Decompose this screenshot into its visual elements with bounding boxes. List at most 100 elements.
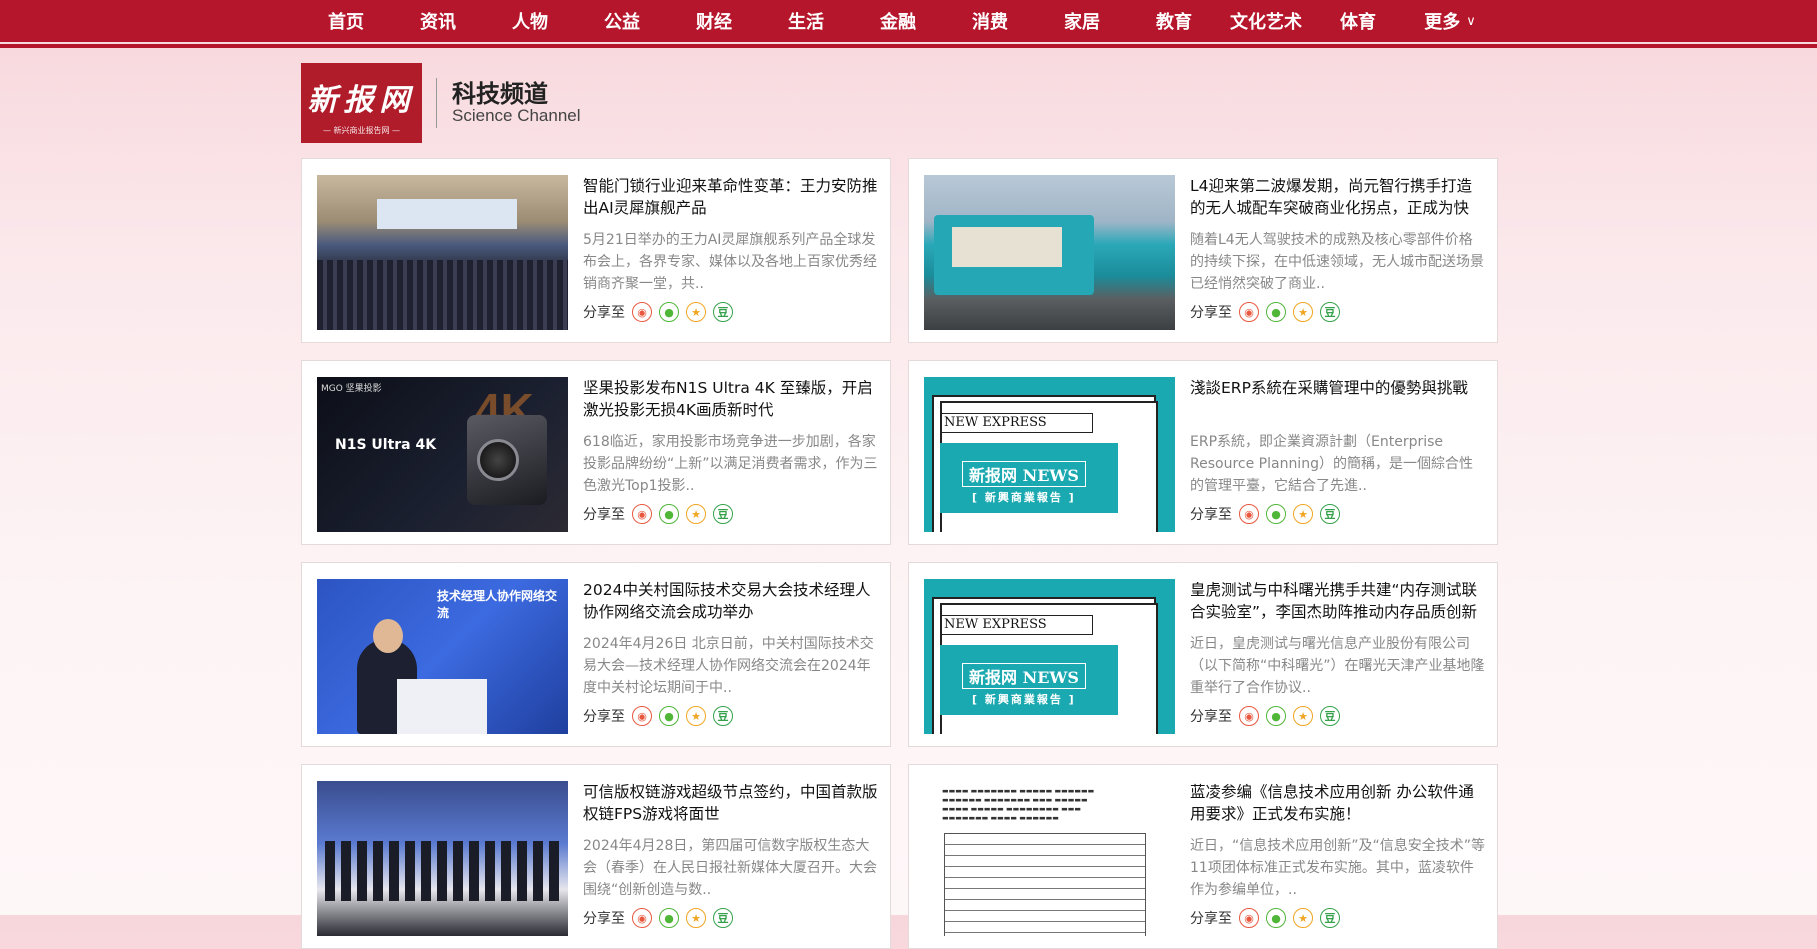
top-nav: 首页 资讯 人物 公益 财经 生活 金融 消费 家居 教育 文化艺术 体育 更多… xyxy=(0,0,1817,42)
weibo-icon[interactable]: ◉ xyxy=(632,302,652,322)
chevron-down-icon: ∨ xyxy=(1466,13,1476,29)
weibo-icon[interactable]: ◉ xyxy=(1239,706,1259,726)
share-bar: 分享至 ◉ ● ★ 豆 xyxy=(1190,504,1340,524)
article-summary: 2024年4月26日 北京日前，中关村国际技术交易大会—技术经理人协作网络交流会… xyxy=(583,636,874,696)
qzone-icon[interactable]: ★ xyxy=(686,504,706,524)
share-label: 分享至 xyxy=(583,709,625,725)
wechat-icon[interactable]: ● xyxy=(1266,302,1286,322)
audience xyxy=(317,260,568,330)
nav-item-culture-art[interactable]: 文化艺术 xyxy=(1220,8,1312,34)
projector-lens xyxy=(477,439,519,481)
nav-item-education[interactable]: 教育 xyxy=(1128,8,1220,34)
article-thumbnail[interactable]: MGO 坚果投影 4K N1S Ultra 4K xyxy=(317,377,568,532)
wechat-icon[interactable]: ● xyxy=(1266,908,1286,928)
article-summary: 近日，“信息技术应用创新”及“信息安全技术”等11项团体标准正式发布实施。其中，… xyxy=(1190,838,1486,898)
news-panel-title: 新报网 NEWS xyxy=(962,663,1086,689)
article-card: 可信版权链游戏超级节点签约，中国首款版权链FPS游戏将面世 2024年4月28日… xyxy=(301,764,891,949)
brand-tag: MGO 坚果投影 xyxy=(321,384,382,394)
article-thumbnail[interactable]: NEW EXPRESS 新报网 NEWS [ 新興商業報告 ] xyxy=(924,579,1175,734)
weibo-icon[interactable]: ◉ xyxy=(1239,908,1259,928)
news-panel-title: 新报网 NEWS xyxy=(962,461,1086,487)
douban-icon[interactable]: 豆 xyxy=(1320,706,1340,726)
nav-item-sports[interactable]: 体育 xyxy=(1312,8,1404,34)
share-bar: 分享至 ◉ ● ★ 豆 xyxy=(583,706,733,726)
article-thumbnail[interactable] xyxy=(317,175,568,330)
share-label: 分享至 xyxy=(1190,709,1232,725)
nav-item-people[interactable]: 人物 xyxy=(484,8,576,34)
share-bar: 分享至 ◉ ● ★ 豆 xyxy=(1190,706,1340,726)
article-summary: 618临近，家用投影市场竞争进一步加剧，各家投影品牌纷纷“上新”以满足消费者需求… xyxy=(583,434,878,494)
nav-item-more[interactable]: 更多 ∨ xyxy=(1404,8,1496,34)
nav-item-life[interactable]: 生活 xyxy=(760,8,852,34)
douban-icon[interactable]: 豆 xyxy=(713,706,733,726)
article-thumbnail[interactable]: ▬▬▬▬ ▬▬▬▬▬▬▬ ▬▬▬▬▬ ▬▬▬▬▬▬ ▬▬▬▬▬▬ ▬▬▬▬▬▬▬ … xyxy=(924,781,1175,936)
article-title[interactable]: 智能门锁行业迎来革命性变革：王力安防推出AI灵犀旗舰产品 xyxy=(583,175,879,219)
article-title[interactable]: 淺談ERP系統在采購管理中的優勢與挑戰 xyxy=(1190,377,1486,399)
douban-icon[interactable]: 豆 xyxy=(1320,504,1340,524)
news-panel-subtitle: [ 新興商業報告 ] xyxy=(972,491,1076,504)
wechat-icon[interactable]: ● xyxy=(659,302,679,322)
article-card: NEW EXPRESS 新报网 NEWS [ 新興商業報告 ] 皇虎测试与中科曙… xyxy=(908,562,1498,747)
nav-underline xyxy=(0,44,1817,48)
article-title[interactable]: 可信版权链游戏超级节点签约，中国首款版权链FPS游戏将面世 xyxy=(583,781,879,825)
share-label: 分享至 xyxy=(583,911,625,927)
weibo-icon[interactable]: ◉ xyxy=(632,504,652,524)
share-label: 分享至 xyxy=(583,305,625,321)
article-thumbnail[interactable] xyxy=(924,175,1175,330)
weibo-icon[interactable]: ◉ xyxy=(1239,302,1259,322)
qzone-icon[interactable]: ★ xyxy=(686,302,706,322)
nav-item-home-living[interactable]: 家居 xyxy=(1036,8,1128,34)
article-summary: 随着L4无人驾驶技术的成熟及核心零部件价格的持续下探，在中低速领域，无人城市配送… xyxy=(1190,232,1484,292)
article-summary: 2024年4月28日，第四届可信数字版权生态大会（春季）在人民日报社新媒体大厦召… xyxy=(583,838,877,898)
site-logo[interactable]: 新报网 — 新兴商业报告网 — xyxy=(301,63,422,143)
article-title[interactable]: 皇虎测试与中科曙光携手共建“内存测试联合实验室”，李国杰助阵推动内存品质创新 xyxy=(1190,579,1486,623)
douban-icon[interactable]: 豆 xyxy=(713,908,733,928)
new-express-bar: NEW EXPRESS xyxy=(940,615,1093,635)
article-title[interactable]: 坚果投影发布N1S Ultra 4K 至臻版，开启激光投影无损4K画质新时代 xyxy=(583,377,879,421)
channel-title: 科技频道 xyxy=(452,80,548,108)
weibo-icon[interactable]: ◉ xyxy=(1239,504,1259,524)
channel-subtitle: Science Channel xyxy=(452,106,581,125)
document-table xyxy=(944,833,1146,936)
logo-text: 新报网 xyxy=(307,83,416,118)
wechat-icon[interactable]: ● xyxy=(659,504,679,524)
nav-item-consumer[interactable]: 消费 xyxy=(944,8,1036,34)
article-summary: 5月21日举办的王力AI灵犀旗舰系列产品全球发布会上，各界专家、媒体以及各地上百… xyxy=(583,232,877,292)
article-title[interactable]: 蓝凌参编《信息技术应用创新 办公软件通用要求》正式发布实施！ xyxy=(1190,781,1486,825)
qzone-icon[interactable]: ★ xyxy=(1293,706,1313,726)
nav-item-home[interactable]: 首页 xyxy=(300,8,392,34)
article-card: ▬▬▬▬ ▬▬▬▬▬▬▬ ▬▬▬▬▬ ▬▬▬▬▬▬ ▬▬▬▬▬▬ ▬▬▬▬▬▬▬ … xyxy=(908,764,1498,949)
douban-icon[interactable]: 豆 xyxy=(713,302,733,322)
nav-item-banking[interactable]: 金融 xyxy=(852,8,944,34)
douban-icon[interactable]: 豆 xyxy=(713,504,733,524)
nav-item-news[interactable]: 资讯 xyxy=(392,8,484,34)
qzone-icon[interactable]: ★ xyxy=(1293,302,1313,322)
wechat-icon[interactable]: ● xyxy=(1266,706,1286,726)
article-title[interactable]: 2024中关村国际技术交易大会技术经理人协作网络交流会成功举办 xyxy=(583,579,879,623)
weibo-icon[interactable]: ◉ xyxy=(632,706,652,726)
article-thumbnail[interactable]: NEW EXPRESS 新报网 NEWS [ 新興商業報告 ] xyxy=(924,377,1175,532)
nav-list: 首页 资讯 人物 公益 财经 生活 金融 消费 家居 教育 文化艺术 体育 更多… xyxy=(300,0,1496,42)
article-thumbnail[interactable]: 技术经理人协作网络交流 xyxy=(317,579,568,734)
qzone-icon[interactable]: ★ xyxy=(1293,908,1313,928)
product-name: N1S Ultra 4K xyxy=(335,437,437,453)
nav-item-finance[interactable]: 财经 xyxy=(668,8,760,34)
header-divider xyxy=(436,78,437,128)
wechat-icon[interactable]: ● xyxy=(659,908,679,928)
article-card: 智能门锁行业迎来革命性变革：王力安防推出AI灵犀旗舰产品 5月21日举办的王力A… xyxy=(301,158,891,343)
douban-icon[interactable]: 豆 xyxy=(1320,908,1340,928)
qzone-icon[interactable]: ★ xyxy=(686,908,706,928)
group-of-people xyxy=(325,841,560,901)
qzone-icon[interactable]: ★ xyxy=(686,706,706,726)
share-label: 分享至 xyxy=(1190,305,1232,321)
article-thumbnail[interactable] xyxy=(317,781,568,936)
nav-item-charity[interactable]: 公益 xyxy=(576,8,668,34)
douban-icon[interactable]: 豆 xyxy=(1320,302,1340,322)
share-bar: 分享至 ◉ ● ★ 豆 xyxy=(1190,302,1340,322)
wechat-icon[interactable]: ● xyxy=(659,706,679,726)
share-label: 分享至 xyxy=(1190,911,1232,927)
wechat-icon[interactable]: ● xyxy=(1266,504,1286,524)
weibo-icon[interactable]: ◉ xyxy=(632,908,652,928)
qzone-icon[interactable]: ★ xyxy=(1293,504,1313,524)
article-title[interactable]: L4迎来第二波爆发期，尚元智行携手打造的无人城配车突破商业化拐点，正成为快递..… xyxy=(1190,175,1486,219)
